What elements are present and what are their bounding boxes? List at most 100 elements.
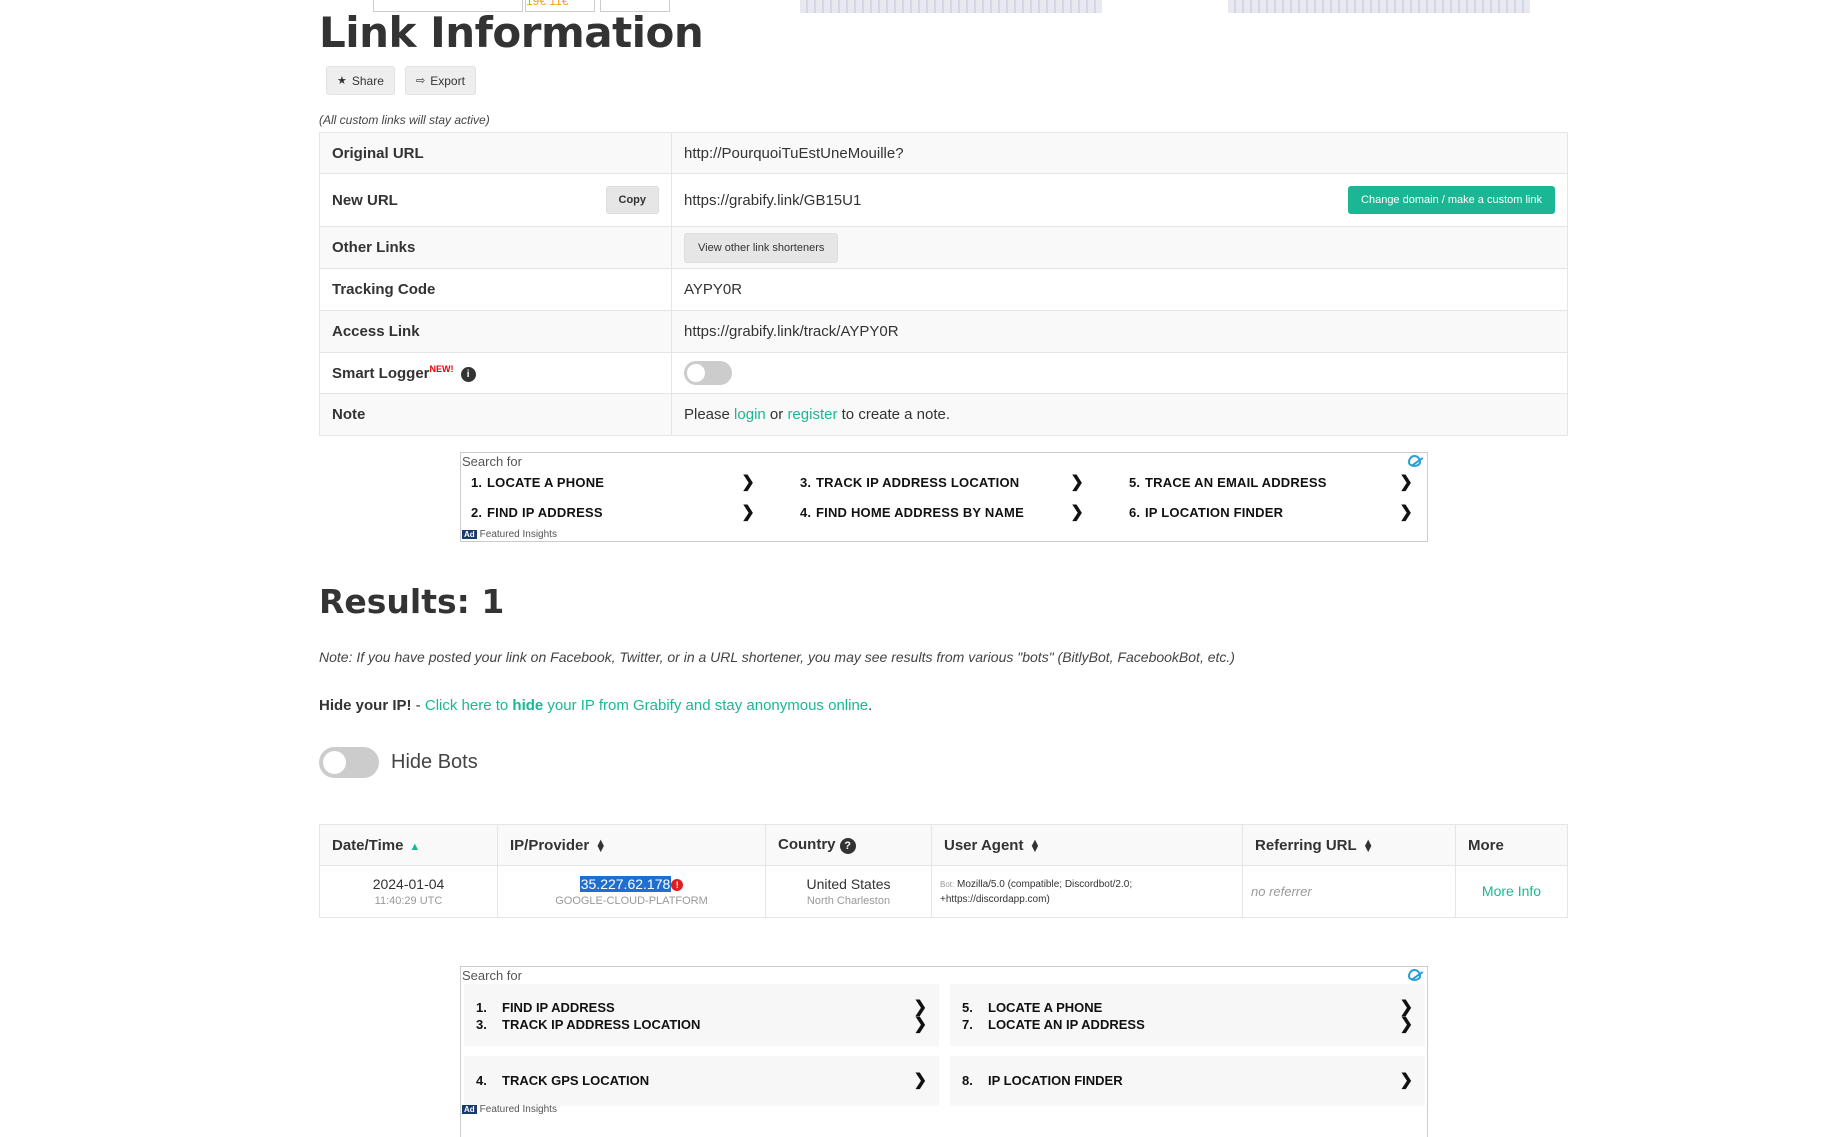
hide-bots-row: Hide Bots xyxy=(319,747,478,778)
row-ua: Mozilla/5.0 (compatible; Discordbot/2.0;… xyxy=(940,878,1133,905)
hide-ip-end: . xyxy=(868,697,873,714)
ad-item-num: 6. xyxy=(1129,504,1141,520)
bot-tag: Bot: xyxy=(940,879,955,889)
ad-item-num: 4. xyxy=(476,1072,487,1088)
ad-item-group[interactable]: 8. IP LOCATION FINDER ❯ xyxy=(950,1056,1425,1106)
alert-icon[interactable]: ! xyxy=(671,879,684,892)
register-link[interactable]: register xyxy=(787,406,837,423)
hide-ip-link[interactable]: Click here to hide your IP from Grabify … xyxy=(425,697,868,714)
chevron-right-icon: ❯ xyxy=(1399,1072,1413,1089)
row-original-url: Original URL http://PourquoiTuEstUneMoui… xyxy=(319,132,1568,174)
page: 19€ 11€ Link Information ★ Share ⇨ Expor… xyxy=(0,0,1845,1137)
ad-item-label: TRACK IP ADDRESS LOCATION xyxy=(502,1016,701,1032)
ad-item[interactable]: 5. TRACE AN EMAIL ADDRESS ❯ xyxy=(1119,469,1421,495)
access-link-label: Access Link xyxy=(319,310,672,353)
row-date: 2024-01-04 xyxy=(372,876,445,892)
cell-ref: no referrer xyxy=(1242,865,1456,918)
original-url-value[interactable]: http://PourquoiTuEstUneMouille? xyxy=(671,132,1568,174)
col-ip[interactable]: IP/Provider ▲ ▼ xyxy=(497,824,766,866)
ad-item-label: TRACE AN EMAIL ADDRESS xyxy=(1145,474,1327,490)
tracking-code-value: AYPY0R xyxy=(671,268,1568,311)
row-new-url: New URL Copy https://grabify.link/GB15U1… xyxy=(319,173,1568,227)
login-link[interactable]: login xyxy=(734,406,766,423)
export-label: Export xyxy=(430,73,465,88)
ad-item-num: 1. xyxy=(476,999,487,1015)
ad-item[interactable]: 1. LOCATE A PHONE ❯ xyxy=(461,469,763,495)
new-url-value[interactable]: https://grabify.link/GB15U1 xyxy=(684,192,861,209)
note-or: or xyxy=(769,406,784,423)
ad-item-label: FIND HOME ADDRESS BY NAME xyxy=(816,504,1024,520)
custom-links-note: (All custom links will stay active) xyxy=(319,113,490,127)
ad-item-num: 7. xyxy=(962,1016,973,1032)
note-label: Note xyxy=(319,393,672,436)
chevron-right-icon: ❯ xyxy=(913,1016,927,1033)
new-url-label: New URL xyxy=(332,191,398,209)
ad-item-label: FIND IP ADDRESS xyxy=(502,999,615,1015)
chevron-right-icon: ❯ xyxy=(1399,504,1413,521)
help-icon[interactable]: ? xyxy=(839,837,856,854)
hide-bots-label: Hide Bots xyxy=(391,751,478,773)
share-button[interactable]: ★ Share xyxy=(326,66,395,95)
ad-item-num: 2. xyxy=(471,504,483,520)
view-other-shorteners-button[interactable]: View other link shorteners xyxy=(684,232,839,263)
hide-ip-line: Hide your IP! - Click here to hide your … xyxy=(319,697,872,714)
info-icon[interactable]: i xyxy=(460,366,476,382)
hide-bots-toggle[interactable] xyxy=(319,747,379,778)
new-url-cell-value: https://grabify.link/GB15U1 Change domai… xyxy=(671,173,1568,227)
ad-featured-text: Featured Insights xyxy=(479,529,557,540)
ad-featured-text: Featured Insights xyxy=(479,1104,557,1115)
cropped-map-image xyxy=(800,0,1102,13)
ad-item[interactable]: 7. LOCATE AN IP ADDRESS ❯ xyxy=(962,1014,1413,1034)
ad-item[interactable]: 8. IP LOCATION FINDER ❯ xyxy=(962,1070,1413,1090)
other-links-cell: View other link shorteners xyxy=(671,226,1568,269)
original-url-label: Original URL xyxy=(319,132,672,174)
row-ip[interactable]: 35.227.62.178 xyxy=(579,876,672,892)
ad-featured: Ad Featured Insights xyxy=(462,529,557,540)
col-ua[interactable]: User Agent ▲ ▼ xyxy=(931,824,1243,866)
ad-featured: Ad Featured Insights xyxy=(462,1104,557,1115)
more-info-link[interactable]: More Info xyxy=(1482,883,1541,899)
page-title: Link Information xyxy=(319,8,704,57)
chevron-right-icon: ❯ xyxy=(1399,474,1413,491)
ad-badge: Ad xyxy=(462,530,477,539)
ad-item-group[interactable]: 5. LOCATE A PHONE ❯ 7. LOCATE AN IP ADDRESS… xyxy=(950,984,1425,1046)
ad-item[interactable]: 4. FIND HOME ADDRESS BY NAME ❯ xyxy=(790,499,1092,525)
change-domain-button[interactable]: Change domain / make a custom link xyxy=(1348,186,1555,214)
ad-item-group[interactable]: 1. FIND IP ADDRESS ❯ 3. TRACK IP ADDRESS LO… xyxy=(464,984,939,1046)
ad-item-num: 1. xyxy=(471,474,483,490)
col-datetime[interactable]: Date/Time ▲ xyxy=(319,824,498,866)
smart-logger-label: Smart Logger xyxy=(332,365,430,382)
ad-item[interactable]: 4. TRACK GPS LOCATION ❯ xyxy=(476,1070,927,1090)
ad-item[interactable]: 3. TRACK IP ADDRESS LOCATION ❯ xyxy=(476,1014,927,1034)
hide-ip-link-b: hide xyxy=(512,697,544,714)
row-country: United States xyxy=(806,876,891,892)
cell-more: More Info xyxy=(1455,865,1568,918)
adchoices-icon[interactable] xyxy=(1408,969,1421,981)
ad-block-2: Search for 1. FIND IP ADDRESS ❯ 3. TRACK IP… xyxy=(460,966,1428,1137)
hide-ip-link-c: your IP from Grabify and stay anonymous … xyxy=(543,697,869,714)
smart-logger-toggle[interactable] xyxy=(684,361,732,385)
ad-item[interactable]: 6. IP LOCATION FINDER ❯ xyxy=(1119,499,1421,525)
ad-item-group[interactable]: 4. TRACK GPS LOCATION ❯ xyxy=(464,1056,939,1106)
row-access-link: Access Link https://grabify.link/track/A… xyxy=(319,310,1568,353)
results-table: Date/Time ▲ IP/Provider ▲ ▼ Country ? User … xyxy=(319,824,1568,918)
new-url-cell: New URL Copy xyxy=(319,173,672,227)
ad-item-label: IP LOCATION FINDER xyxy=(988,1072,1123,1088)
chevron-right-icon: ❯ xyxy=(741,504,755,521)
col-ref[interactable]: Referring URL ▲ ▼ xyxy=(1242,824,1456,866)
sort-icon: ▲ ▼ xyxy=(595,836,607,855)
chevron-right-icon: ❯ xyxy=(913,1072,927,1089)
copy-button[interactable]: Copy xyxy=(605,186,659,214)
ad-item-num: 5. xyxy=(962,999,973,1015)
link-info-table: Original URL http://PourquoiTuEstUneMoui… xyxy=(319,132,1568,436)
ad-block-1: Search for 1. LOCATE A PHONE ❯ 2. FIND IP A… xyxy=(460,452,1428,542)
cell-datetime: 2024-01-04 11:40:29 UTC xyxy=(319,865,498,918)
ad-item-num: 3. xyxy=(800,474,812,490)
col-country[interactable]: Country ? xyxy=(765,824,932,866)
adchoices-icon[interactable] xyxy=(1408,455,1421,467)
col-ua-label: User Agent xyxy=(944,836,1024,854)
ad-item[interactable]: 3. TRACK IP ADDRESS LOCATION ❯ xyxy=(790,469,1092,495)
access-link-value[interactable]: https://grabify.link/track/AYPY0R xyxy=(671,310,1568,353)
ad-item[interactable]: 2. FIND IP ADDRESS ❯ xyxy=(461,499,763,525)
export-button[interactable]: ⇨ Export xyxy=(405,66,476,95)
